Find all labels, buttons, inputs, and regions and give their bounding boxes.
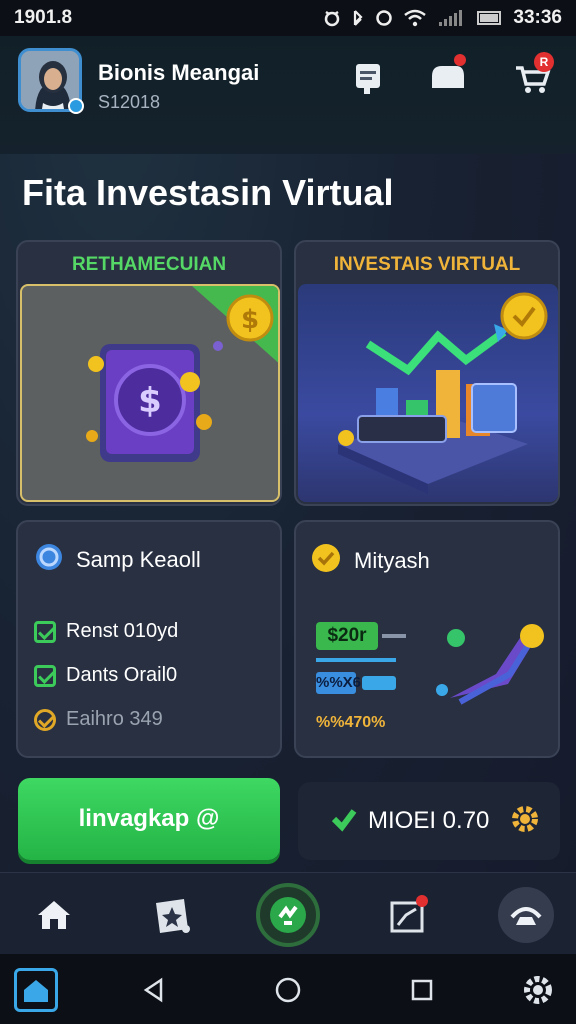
notifications-button[interactable]: [428, 54, 468, 98]
system-back-button[interactable]: [132, 968, 176, 1012]
price-tag: $20r: [316, 622, 378, 650]
feature-card-left[interactable]: RETHAMECUIAN $ $: [16, 240, 282, 506]
status-bar: 1901.8 33:36: [0, 0, 576, 36]
feature-left-title: RETHAMECUIAN: [71, 254, 227, 275]
footer-label: %%470%: [316, 714, 386, 731]
verified-check-icon: [330, 805, 358, 838]
chart-icon: [390, 895, 428, 933]
status-icons: 33:36: [323, 7, 562, 29]
price-line: [382, 634, 406, 638]
info-item-3: Eaihro 349: [34, 708, 163, 731]
balance-label: MIOEI 0.70: [368, 807, 490, 834]
page-title: Fita Investasin Virtual: [22, 172, 394, 213]
info-item-2: Dants Orail0: [34, 664, 177, 687]
alarm-icon: [323, 9, 341, 27]
nav-center[interactable]: [256, 883, 320, 947]
notification-dot: [454, 54, 466, 66]
link-icon: [351, 9, 365, 27]
refresh-icon: [270, 897, 306, 933]
info-item-2-label: Dants Orail0: [66, 664, 178, 686]
feature-right-title: INVESTAIS VIRTUAL: [333, 254, 521, 275]
mini-bar: [362, 676, 396, 690]
cart-badge: R: [534, 52, 554, 72]
balance-panel: MIOEI 0.70: [298, 782, 560, 860]
investment-chart-illustration: [298, 284, 558, 502]
circle-icon: [34, 542, 64, 577]
info-item-1-label: Renst 010yd: [66, 620, 179, 642]
cta-button[interactable]: linvagkap @: [18, 778, 280, 860]
sync-icon: [375, 9, 393, 27]
info-right-header: Mityash: [310, 542, 430, 579]
wifi-icon: [403, 9, 427, 27]
document-button[interactable]: [348, 58, 388, 98]
info-left-header: Samp Keaoll: [34, 542, 201, 577]
gear-icon[interactable]: [509, 803, 541, 840]
nav-chart[interactable]: [380, 887, 436, 943]
info-item-3-label: Eaihro 349: [66, 708, 163, 730]
bottom-nav: [0, 872, 576, 954]
system-home-button[interactable]: [14, 968, 58, 1012]
system-overview-button[interactable]: [400, 968, 444, 1012]
status-time-left: 1901.8: [14, 7, 73, 28]
gear-icon: [524, 976, 552, 1004]
info-card-right[interactable]: Mityash $20r %%X6 %%470%: [294, 520, 560, 758]
circle-home-icon: [275, 977, 301, 1003]
check-icon: [34, 620, 56, 643]
info-item-1: Renst 010yd: [34, 620, 178, 643]
home-icon: [24, 980, 48, 1002]
signal-icon: [437, 9, 467, 27]
check-icon: [34, 664, 56, 687]
system-recents-home-button[interactable]: [266, 968, 310, 1012]
document-icon: [356, 64, 380, 94]
status-time-right: 33:36: [513, 7, 562, 28]
system-nav: [0, 954, 576, 1024]
battery-icon: [477, 10, 503, 26]
square-icon: [411, 979, 433, 1001]
system-settings-button[interactable]: [516, 968, 560, 1012]
user-icon: [510, 907, 542, 925]
gold-check-icon: [310, 542, 342, 579]
verified-icon: [68, 98, 84, 114]
nav-home[interactable]: [26, 887, 82, 943]
coin-check-icon: [34, 708, 56, 731]
app-header: Bionis Meangai S12018 R: [0, 36, 576, 154]
profile-id: S12018: [98, 92, 161, 112]
back-icon: [143, 977, 163, 1003]
feature-card-right[interactable]: INVESTAIS VIRTUAL: [294, 240, 560, 506]
svg-text:$: $: [241, 305, 259, 335]
info-card-left[interactable]: Samp Keaoll Renst 010yd Dants Orail0 Eai…: [16, 520, 282, 758]
cart-button[interactable]: R: [512, 52, 554, 98]
trend-graphic: [420, 618, 550, 708]
mini-tag: %%X6: [316, 672, 361, 694]
divider-line: [316, 658, 396, 662]
home-icon: [38, 901, 70, 929]
app-root: 1901.8 33:36 Bionis Meangai S12018 R Fit…: [0, 0, 576, 1024]
wallet-illustration: $ $: [20, 284, 280, 502]
star-card-icon: [156, 899, 190, 933]
info-right-title: Mityash: [354, 547, 430, 573]
profile-name: Bionis Meangai: [98, 60, 260, 85]
svg-text:$: $: [138, 381, 162, 421]
nav-profile[interactable]: [498, 887, 554, 943]
nav-star[interactable]: [144, 887, 200, 943]
info-left-title: Samp Keaoll: [76, 546, 201, 572]
